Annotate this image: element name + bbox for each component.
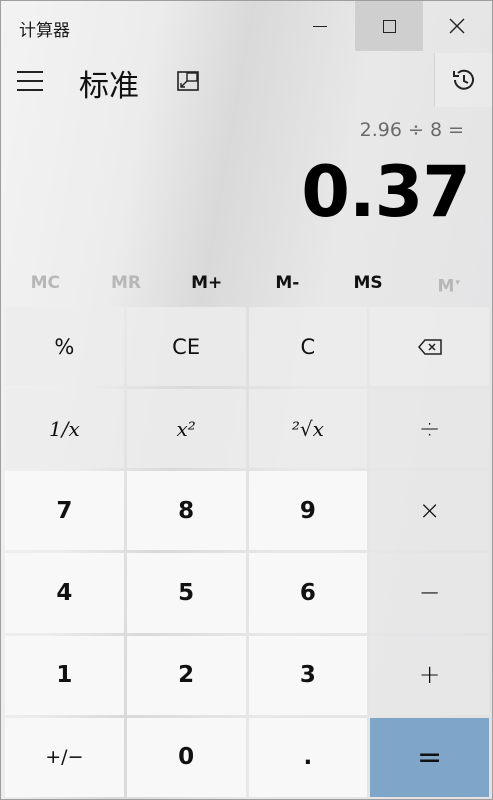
- maximize-button[interactable]: [355, 1, 423, 51]
- m-minus-button[interactable]: M-: [247, 263, 328, 303]
- negate-button[interactable]: +/−: [5, 717, 124, 797]
- keep-on-top-icon[interactable]: [175, 69, 201, 93]
- backspace-icon: [417, 338, 442, 355]
- digit-6-button[interactable]: 6: [248, 553, 368, 633]
- digit-7-button[interactable]: 7: [5, 471, 124, 551]
- history-button[interactable]: [434, 53, 492, 107]
- digit-2-button[interactable]: 2: [126, 635, 246, 715]
- square-button[interactable]: x²: [126, 389, 246, 469]
- digit-4-button[interactable]: 4: [5, 553, 124, 633]
- close-button[interactable]: [423, 1, 491, 51]
- minus-button[interactable]: −: [370, 553, 489, 633]
- maximize-icon: [382, 19, 396, 33]
- decimal-button[interactable]: .: [248, 717, 368, 797]
- square-root-label: ²√x: [291, 416, 324, 441]
- close-icon: [449, 18, 465, 34]
- title-bar: 计算器: [1, 1, 492, 51]
- minimize-button[interactable]: [286, 1, 354, 51]
- digit-8-button[interactable]: 8: [126, 471, 246, 551]
- history-icon: [453, 69, 474, 90]
- clear-button[interactable]: C: [248, 307, 368, 387]
- clear-entry-button[interactable]: CE: [126, 307, 246, 387]
- memory-list-label: M: [437, 276, 455, 297]
- calculator-window: 计算器 标准 2.96 ÷ 8 = 0.37 MC MR M+ M- MS M▾…: [0, 0, 493, 800]
- percent-button[interactable]: %: [5, 307, 124, 387]
- divide-button[interactable]: ÷: [370, 389, 489, 469]
- memory-list-button[interactable]: M▾: [408, 263, 489, 303]
- square-label: x²: [176, 416, 196, 441]
- menu-icon[interactable]: [17, 71, 43, 91]
- mc-button[interactable]: MC: [5, 263, 86, 303]
- result-display: 0.37: [301, 151, 471, 233]
- memory-row: MC MR M+ M- MS M▾: [5, 263, 489, 303]
- reciprocal-label: 1/x: [49, 416, 80, 441]
- digit-5-button[interactable]: 5: [126, 553, 246, 633]
- digit-9-button[interactable]: 9: [248, 471, 368, 551]
- digit-1-button[interactable]: 1: [5, 635, 124, 715]
- ms-button[interactable]: MS: [328, 263, 409, 303]
- digit-0-button[interactable]: 0: [126, 717, 246, 797]
- plus-button[interactable]: +: [370, 635, 489, 715]
- keypad: % CE C 1/x x² ²√x ÷ 7 8 9 × 4 5 6 − 1 2 …: [5, 307, 489, 797]
- equals-button[interactable]: =: [370, 717, 489, 797]
- m-plus-button[interactable]: M+: [166, 263, 247, 303]
- backspace-button[interactable]: [370, 307, 489, 387]
- mode-title: 标准: [79, 69, 139, 104]
- digit-3-button[interactable]: 3: [248, 635, 368, 715]
- app-title: 计算器: [19, 21, 70, 41]
- multiply-button[interactable]: ×: [370, 471, 489, 551]
- minimize-icon: [313, 25, 327, 27]
- header: 标准: [1, 53, 492, 109]
- reciprocal-button[interactable]: 1/x: [5, 389, 124, 469]
- square-root-button[interactable]: ²√x: [248, 389, 368, 469]
- expression-display: 2.96 ÷ 8 =: [359, 119, 464, 141]
- mr-button[interactable]: MR: [86, 263, 167, 303]
- chevron-down-icon: ▾: [455, 278, 460, 288]
